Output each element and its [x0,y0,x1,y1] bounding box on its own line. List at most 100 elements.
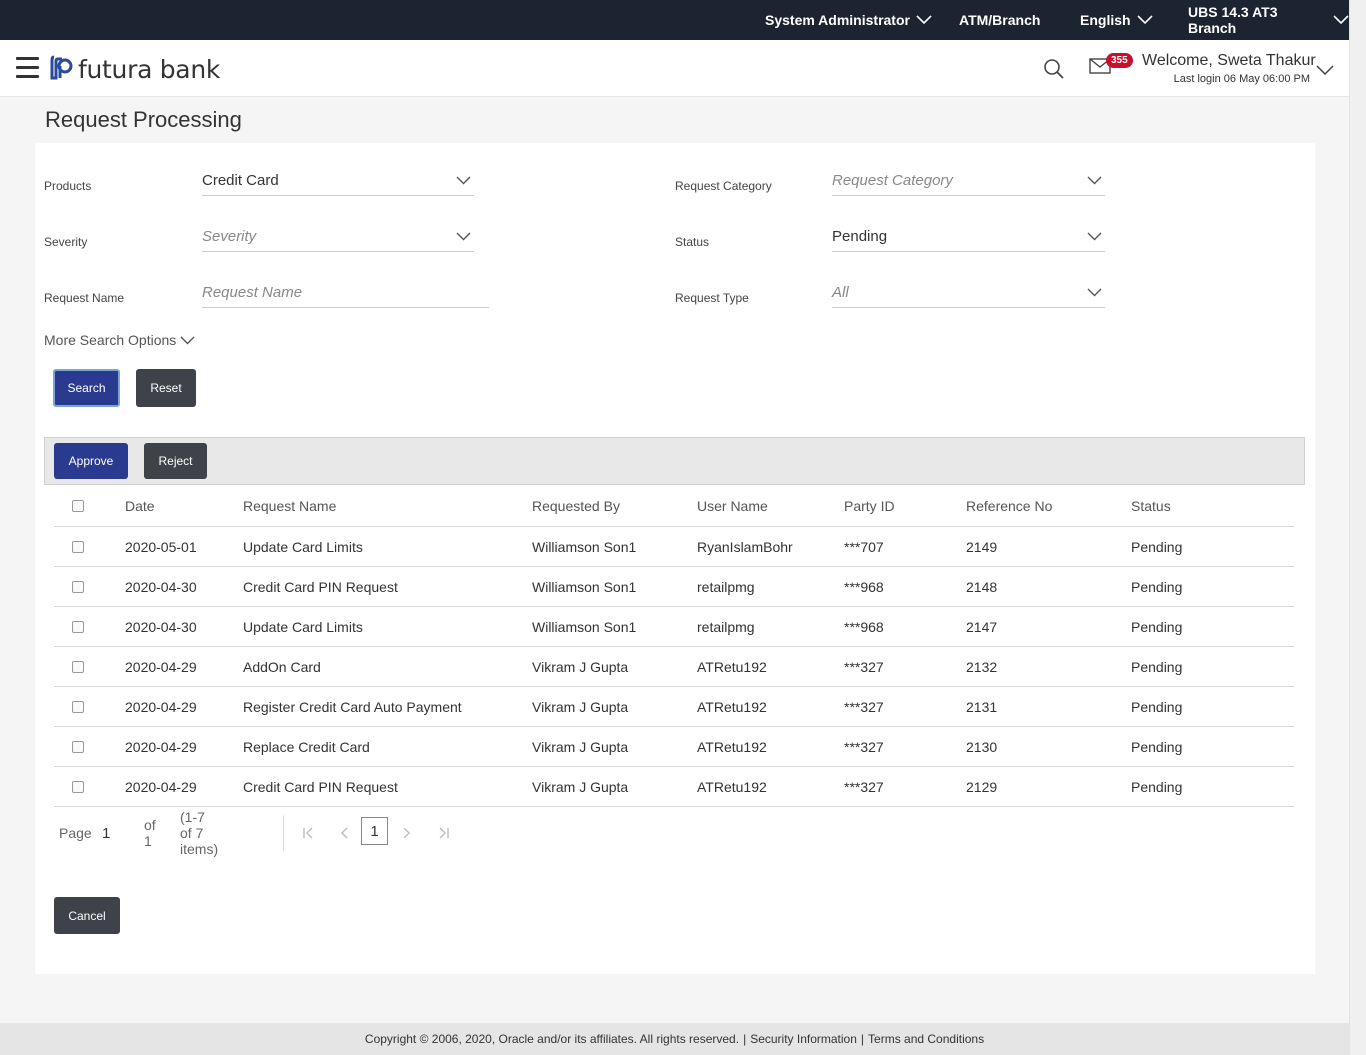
row-checkbox[interactable] [72,780,84,793]
entity-label: UBS 14.3 AT3 Branch [1188,4,1278,36]
cell-request-name: Credit Card PIN Request [243,778,398,795]
reject-button[interactable]: Reject [144,443,207,479]
cancel-button[interactable]: Cancel [54,897,120,934]
status-select[interactable]: Pending [832,222,1105,252]
cell-party-id: ***327 [844,658,884,675]
entity-selector[interactable]: UBS 14.3 AT3 Branch [1188,0,1349,40]
chevron-down-icon[interactable] [1316,62,1334,80]
column-header-request-name[interactable]: Request Name [243,485,336,526]
row-checkbox[interactable] [72,700,84,713]
severity-select[interactable]: Severity [202,222,474,252]
page-scrollbar[interactable] [1349,0,1366,1055]
more-search-options-toggle[interactable]: More Search Options [44,332,195,348]
request-type-placeholder: All [832,284,849,301]
security-information-link[interactable]: Security Information [750,1032,857,1046]
app-header: futura bank 355 Welcome, Sweta Thakur La… [0,40,1349,97]
column-header-status[interactable]: Status [1131,485,1171,526]
row-checkbox[interactable] [72,740,84,753]
chevron-down-icon [456,172,471,189]
language-selector[interactable]: English [1080,0,1153,40]
cell-party-id: ***707 [844,538,884,555]
menu-icon[interactable] [16,57,39,79]
products-label: Products [44,179,92,193]
search-button[interactable]: Search [53,369,120,407]
cell-party-id: ***968 [844,578,884,595]
cell-requested-by: Williamson Son1 [532,578,637,595]
table-row[interactable]: 2020-04-29 Credit Card PIN Request Vikra… [54,767,1294,807]
cell-request-name: Register Credit Card Auto Payment [243,698,462,715]
first-page-icon[interactable] [302,815,314,851]
table-row[interactable]: 2020-04-29 Register Credit Card Auto Pay… [54,687,1294,727]
cell-request-name: Replace Credit Card [243,738,370,755]
cell-date: 2020-04-30 [125,618,197,635]
channel-label[interactable]: ATM/Branch [959,0,1040,40]
terms-and-conditions-link[interactable]: Terms and Conditions [868,1032,984,1046]
request-category-select[interactable]: Request Category [832,166,1105,196]
cell-request-name: AddOn Card [243,658,321,675]
table-row[interactable]: 2020-04-29 Replace Credit Card Vikram J … [54,727,1294,767]
column-header-requested-by[interactable]: Requested By [532,485,620,526]
cell-status: Pending [1131,658,1183,675]
request-type-select[interactable]: All [832,278,1105,308]
logo-mark-icon [50,54,74,85]
products-select[interactable]: Credit Card [202,166,474,196]
table-row[interactable]: 2020-04-30 Update Card Limits Williamson… [54,607,1294,647]
request-name-label: Request Name [44,291,125,305]
table-row[interactable]: 2020-05-01 Update Card Limits Williamson… [54,527,1294,567]
chevron-down-icon [1087,284,1102,301]
cell-user-name: RyanIslamBohr [697,538,793,555]
cell-party-id: ***327 [844,698,884,715]
role-selector[interactable]: System Administrator [765,0,932,40]
previous-page-icon[interactable] [339,815,349,851]
cell-party-id: ***327 [844,738,884,755]
select-all-checkbox[interactable] [72,499,84,512]
next-page-icon[interactable] [402,815,412,851]
cell-reference-no: 2132 [966,658,998,675]
table-header-row: Date Request Name Requested By User Name… [54,485,1294,527]
chevron-down-icon [1333,12,1349,28]
table-row[interactable]: 2020-04-29 AddOn Card Vikram J Gupta ATR… [54,647,1294,687]
cell-user-name: ATRetu192 [697,698,767,715]
cell-request-name: Update Card Limits [243,538,363,555]
cell-requested-by: Vikram J Gupta [532,698,629,715]
row-checkbox[interactable] [72,540,84,553]
notification-badge[interactable]: 355 [1106,53,1133,68]
cell-requested-by: Vikram J Gupta [532,658,629,675]
request-name-placeholder: Request Name [202,284,303,301]
approve-button[interactable]: Approve [54,443,128,479]
column-header-reference-no[interactable]: Reference No [966,485,1052,526]
cell-requested-by: Williamson Son1 [532,618,637,635]
request-category-label: Request Category [675,179,772,193]
items-count-label: (1-7 of 7 items) [180,809,219,857]
column-header-date[interactable]: Date [125,485,155,526]
cell-user-name: ATRetu192 [697,738,767,755]
row-checkbox[interactable] [72,660,84,673]
column-header-user-name[interactable]: User Name [697,485,768,526]
request-name-input[interactable]: Request Name [202,278,489,308]
cell-requested-by: Vikram J Gupta [532,778,629,795]
table-row[interactable]: 2020-04-30 Credit Card PIN Request Willi… [54,567,1294,607]
cell-requested-by: Williamson Son1 [532,538,637,555]
cell-status: Pending [1131,618,1183,635]
column-header-party-id[interactable]: Party ID [844,485,895,526]
page-title: Request Processing [45,107,242,132]
reset-button[interactable]: Reset [136,369,196,407]
last-page-icon[interactable] [438,815,450,851]
footer-separator: | [743,1032,747,1046]
cell-date: 2020-05-01 [125,538,197,555]
cell-requested-by: Vikram J Gupta [532,738,629,755]
row-checkbox[interactable] [72,580,84,593]
search-icon[interactable] [1043,58,1065,85]
cell-status: Pending [1131,698,1183,715]
cell-request-name: Credit Card PIN Request [243,578,398,595]
copyright-text: Copyright © 2006, 2020, Oracle and/or it… [364,1032,740,1046]
page-number-input[interactable]: 1 [102,815,110,851]
cell-party-id: ***327 [844,778,884,795]
brand-logo[interactable]: futura bank [50,54,220,85]
cell-status: Pending [1131,538,1183,555]
row-checkbox[interactable] [72,620,84,633]
severity-placeholder: Severity [202,228,257,245]
footer-separator: | [860,1032,865,1046]
current-page-button[interactable]: 1 [361,817,388,845]
cell-reference-no: 2129 [966,778,998,795]
